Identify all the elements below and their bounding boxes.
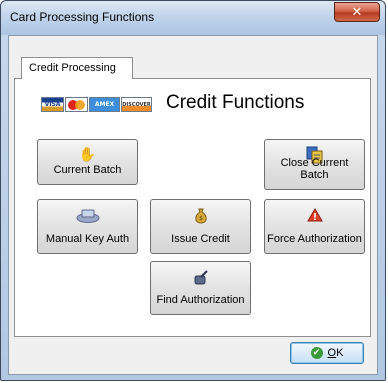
force-authorization-label: Force Authorization: [267, 233, 362, 245]
find-authorization-label: Find Authorization: [156, 294, 245, 306]
money-bag-icon: $: [194, 208, 207, 224]
amex-card-icon: AMEX: [89, 97, 120, 112]
issue-credit-label: Issue Credit: [171, 233, 230, 245]
card-logos: VISA AMEX DISCOVER: [41, 97, 153, 112]
manual-key-auth-label: Manual Key Auth: [45, 233, 130, 245]
issue-credit-button[interactable]: $ Issue Credit: [150, 199, 251, 254]
close-button[interactable]: ✕: [334, 2, 380, 22]
current-batch-button[interactable]: ✋ Current Batch: [37, 139, 138, 185]
card-swipe-icon: [76, 209, 99, 223]
force-authorization-button[interactable]: Force Authorization: [264, 199, 365, 254]
mastercard-icon: [65, 97, 88, 112]
title-bar[interactable]: Card Processing Functions ✕: [1, 1, 385, 35]
discover-card-icon: DISCOVER: [121, 97, 152, 112]
find-authorization-button[interactable]: Find Authorization: [150, 261, 251, 315]
check-icon: ✔: [310, 347, 323, 359]
manual-key-auth-button[interactable]: Manual Key Auth: [37, 199, 138, 254]
tab-credit-processing[interactable]: Credit Processing: [21, 57, 133, 79]
window-title: Card Processing Functions: [10, 10, 155, 24]
hand-batch-icon: ✋: [78, 147, 97, 163]
find-icon: [194, 270, 208, 285]
close-current-batch-label: Close Current Batch: [280, 157, 349, 181]
svg-text:$: $: [199, 215, 203, 222]
close-current-batch-button[interactable]: Close Current Batch: [264, 139, 365, 190]
current-batch-label: Current Batch: [53, 164, 122, 176]
visa-card-icon: VISA: [41, 97, 64, 112]
warning-icon: [306, 208, 323, 222]
ok-label: OK: [327, 347, 344, 359]
ok-button[interactable]: ✔ OK: [290, 342, 364, 364]
section-heading: Credit Functions: [166, 92, 305, 113]
close-icon: ✕: [351, 4, 363, 20]
